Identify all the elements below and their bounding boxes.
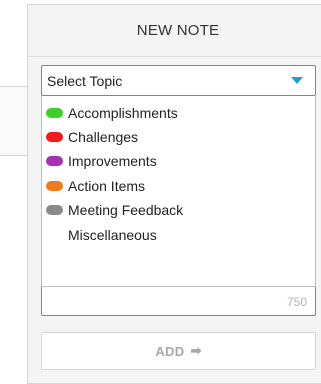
note-text-input[interactable]: 750 (41, 287, 316, 316)
topic-option-label: Miscellaneous (68, 227, 157, 243)
topic-select[interactable]: Select Topic (41, 65, 316, 96)
topic-option-improvements[interactable]: Improvements (42, 149, 315, 173)
color-swatch-icon (46, 108, 63, 118)
add-button[interactable]: ADD ➡ (41, 332, 316, 370)
topic-select-value: Select Topic (47, 72, 123, 89)
add-button-label: ADD (155, 343, 185, 359)
topic-option-label: Meeting Feedback (68, 202, 184, 218)
topic-option-label: Challenges (68, 129, 139, 145)
new-note-panel: NEW NOTE Select Topic Accomplishments Ch… (27, 4, 321, 384)
topic-option-label: Action Items (68, 178, 146, 194)
topic-dropdown-list: Accomplishments Challenges Improvements … (41, 96, 316, 287)
topic-option-label: Accomplishments (68, 105, 178, 121)
color-swatch-icon (46, 205, 63, 215)
color-swatch-icon (46, 181, 63, 191)
topic-option-action-items[interactable]: Action Items (42, 174, 315, 198)
color-swatch-icon (46, 156, 63, 166)
panel-title: NEW NOTE (28, 5, 321, 57)
char-counter: 750 (286, 295, 307, 309)
caret-down-icon (291, 77, 303, 84)
topic-option-challenges[interactable]: Challenges (42, 125, 315, 149)
topic-option-accomplishments[interactable]: Accomplishments (42, 101, 315, 125)
topic-option-label: Improvements (68, 153, 157, 169)
color-swatch-icon (46, 132, 63, 142)
topic-option-miscellaneous[interactable]: Miscellaneous (42, 223, 315, 247)
topic-option-meeting-feedback[interactable]: Meeting Feedback (42, 198, 315, 222)
arrow-right-icon: ➡ (190, 343, 202, 358)
